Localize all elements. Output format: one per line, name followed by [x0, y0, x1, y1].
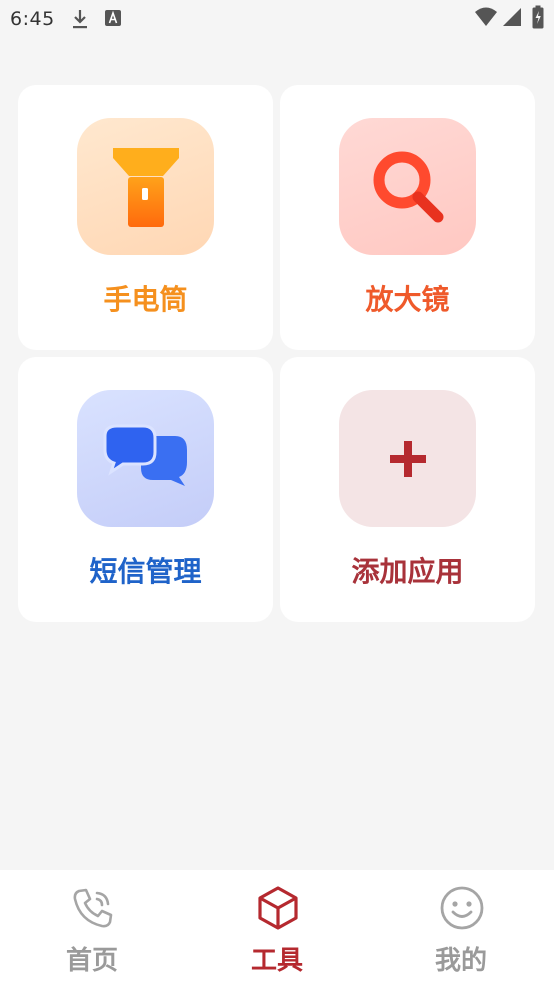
tool-card-add-app[interactable]: 添加应用 — [280, 357, 535, 622]
tool-card-flashlight[interactable]: 手电筒 — [18, 85, 273, 350]
bottom-nav: 首页 工具 我的 — [0, 870, 554, 984]
tool-label-flashlight: 手电筒 — [103, 283, 188, 316]
tool-label-add-app: 添加应用 — [351, 555, 464, 588]
plus-icon — [389, 440, 426, 477]
flashlight-icon — [112, 147, 179, 227]
tool-label-magnifier: 放大镜 — [365, 283, 450, 316]
a-badge-icon — [105, 10, 121, 26]
magnifier-tile — [339, 118, 476, 255]
signal-icon — [503, 8, 521, 26]
nav-tab-tools[interactable]: 工具 — [185, 870, 369, 984]
chat-bubbles-icon — [103, 424, 187, 486]
sms-tile — [77, 390, 214, 527]
nav-label-mine: 我的 — [434, 946, 487, 976]
nav-tab-home[interactable]: 首页 — [0, 870, 184, 984]
download-icon — [73, 10, 87, 29]
tool-label-sms: 短信管理 — [89, 555, 202, 588]
cube-icon — [258, 886, 298, 930]
add-app-tile — [339, 390, 476, 527]
phone-icon — [73, 888, 113, 928]
nav-tab-mine[interactable]: 我的 — [369, 870, 553, 984]
nav-label-tools: 工具 — [250, 946, 303, 976]
status-time: 6:45 — [10, 8, 55, 30]
magnifier-icon — [373, 151, 443, 222]
smiley-icon — [440, 886, 484, 930]
tool-card-magnifier[interactable]: 放大镜 — [280, 85, 535, 350]
nav-label-home: 首页 — [65, 946, 118, 976]
status-bar: 6:45 — [0, 0, 554, 40]
battery-charging-icon — [532, 5, 544, 29]
wifi-icon — [475, 7, 497, 26]
tool-card-sms[interactable]: 短信管理 — [18, 357, 273, 622]
flashlight-tile — [77, 118, 214, 255]
